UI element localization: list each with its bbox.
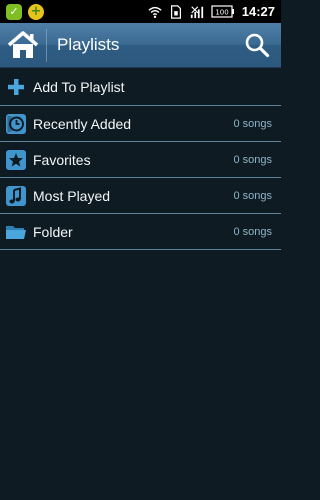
action-bar: Playlists [0,23,281,68]
music-note-icon [5,185,27,207]
list-item-most-played[interactable]: Most Played 0 songs [0,178,281,214]
battery-icon: 100 [211,5,234,18]
no-signal-icon [190,5,203,18]
app-green-icon: ✓ [6,3,22,20]
search-icon [245,33,270,58]
song-count: 0 songs [233,117,272,130]
status-bar: ✓ + 100 14:27 [0,0,281,23]
song-count: 0 songs [233,189,272,202]
list-item-favorites[interactable]: Favorites 0 songs [0,142,281,178]
clock-icon [5,113,27,135]
page-title: Playlists [57,35,120,54]
song-count: 0 songs [233,225,272,238]
list-item-label: Recently Added [33,115,132,132]
star-icon [5,149,27,171]
list-item-label: Folder [33,223,73,240]
folder-icon [5,221,27,243]
list-item-recently-added[interactable]: Recently Added 0 songs [0,106,281,142]
search-button[interactable] [233,23,281,68]
add-to-playlist-item[interactable]: Add To Playlist [0,68,281,106]
plus-icon [5,76,27,98]
app-yellow-icon: + [28,3,44,20]
sim-icon [170,4,181,19]
list-item-label: Most Played [33,187,111,204]
status-time: 14:27 [241,4,275,19]
home-icon [7,31,39,58]
wifi-icon [148,6,162,18]
list-item-folder[interactable]: Folder 0 songs [0,214,281,250]
battery-level: 100 [215,9,228,17]
playlist-list: Add To Playlist Recently Added 0 songs F… [0,68,281,250]
home-button[interactable] [0,23,46,68]
action-bar-divider [46,28,47,62]
list-item-label: Favorites [33,151,91,168]
song-count: 0 songs [233,153,272,166]
list-item-label: Add To Playlist [33,78,125,95]
